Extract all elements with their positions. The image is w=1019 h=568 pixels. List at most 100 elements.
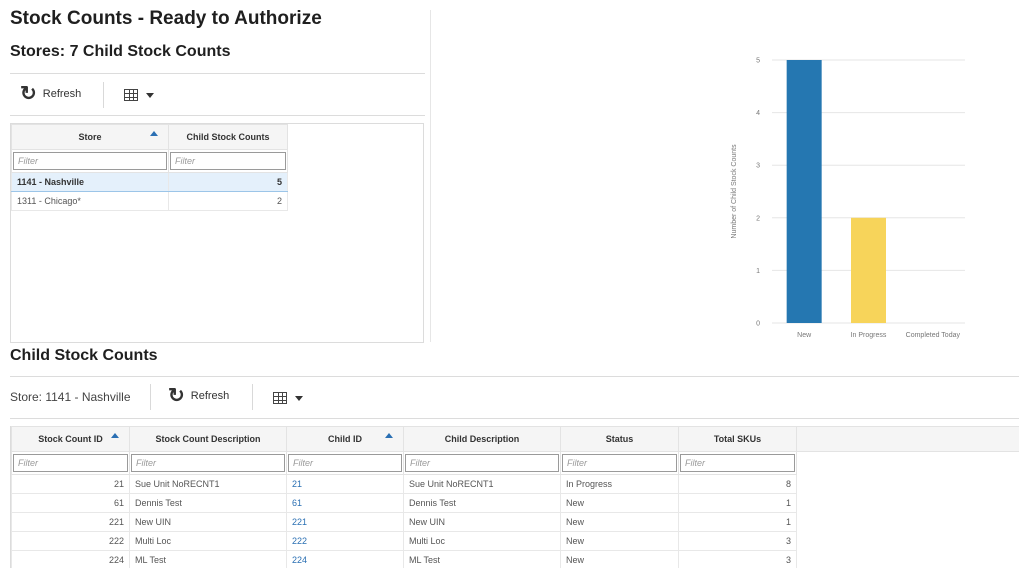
child-description-cell: Dennis Test [403,493,561,513]
refresh-label: Refresh [190,390,230,402]
stock-count-description-cell: New UIN [129,512,287,532]
child-view-menu-button[interactable] [273,392,303,404]
x-tick-label: New [797,332,812,339]
stock-count-description-cell: Sue Unit NoRECNT1 [129,474,287,494]
child-description-cell: New UIN [403,512,561,532]
total-skus-cell: 1 [678,493,797,513]
child-id-link[interactable]: 224 [286,550,404,568]
status-cell: New [560,550,679,568]
child-id-filter[interactable] [288,454,402,472]
row-spacer [797,551,1019,568]
stock-count-id-cell: 21 [11,474,130,494]
stock-count-id-cell: 61 [11,493,130,513]
y-tick-label: 0 [756,321,760,328]
sort-icon[interactable] [385,433,393,438]
y-tick-label: 2 [756,215,760,222]
column-header-child-description[interactable]: Child Description [403,426,561,452]
divider [10,73,425,74]
child-id-link[interactable]: 221 [286,512,404,532]
divider [10,115,425,116]
filter-cell [403,451,561,475]
sort-ascending-icon[interactable] [150,131,158,136]
total-skus-cell: 8 [678,474,797,494]
column-header-status[interactable]: Status [560,426,679,452]
child-id-link[interactable]: 61 [286,493,404,513]
divider [10,376,1019,377]
selected-store-label: Store: 1141 - Nashville [10,390,131,404]
column-header-total-skus[interactable]: Total SKUs [678,426,797,452]
stock-count-id-cell: 221 [11,512,130,532]
stock-count-id-cell: 224 [11,550,130,568]
store-filter-input[interactable] [13,152,167,170]
refresh-icon: ↻ [20,83,37,105]
table-row[interactable]: 1311 - Chicago* 2 [11,191,288,211]
status-cell: New [560,531,679,551]
table-row[interactable]: 224 ML Test 224 ML Test New 3 [11,550,1019,568]
child-id-link[interactable]: 21 [286,474,404,494]
count-cell: 2 [168,191,288,211]
total-skus-cell: 1 [678,512,797,532]
column-header-child-stock-counts[interactable]: Child Stock Counts [168,124,288,150]
chevron-down-icon [295,395,303,401]
stock-count-description-cell: ML Test [129,550,287,568]
column-header-stock-count-id[interactable]: Stock Count ID [11,426,130,452]
sort-ascending-icon[interactable] [111,433,119,438]
stores-table-container: Store Child Stock Counts 1141 - Nashvill… [10,123,424,343]
table-row[interactable]: 1141 - Nashville 5 [11,172,288,192]
panel-divider [430,10,431,342]
child-table-container: Stock Count ID Stock Count Description C… [10,426,1019,568]
y-axis-label: Number of Child Stock Counts [731,144,738,239]
column-header-stock-count-description[interactable]: Stock Count Description [129,426,287,452]
stock-count-description-cell: Dennis Test [129,493,287,513]
column-header-child-id[interactable]: Child ID [286,426,404,452]
status-cell: New [560,493,679,513]
stock-count-description-filter[interactable] [131,454,285,472]
store-cell: 1311 - Chicago* [11,191,169,211]
table-view-icon [273,392,287,404]
table-row[interactable]: 61 Dennis Test 61 Dennis Test New 1 [11,493,1019,513]
bar-in-progress [851,217,886,323]
stock-count-id-filter[interactable] [13,454,128,472]
filter-cell [129,451,287,475]
filter-cell [678,451,797,475]
column-header-spacer [796,426,1019,452]
stores-subtitle: Stores: 7 Child Stock Counts [10,43,231,60]
row-spacer [797,532,1019,551]
child-id-link[interactable]: 222 [286,531,404,551]
y-tick-label: 3 [756,163,760,170]
total-skus-cell: 3 [678,531,797,551]
divider [10,418,1019,419]
status-cell: New [560,512,679,532]
filter-cell [168,149,288,173]
child-section-title: Child Stock Counts [10,347,158,364]
child-stock-counts-table: Stock Count ID Stock Count Description C… [11,426,1019,568]
table-row[interactable]: 222 Multi Loc 222 Multi Loc New 3 [11,531,1019,551]
table-view-icon [124,89,138,101]
refresh-label: Refresh [42,88,82,100]
filter-cell [560,451,679,475]
total-skus-filter[interactable] [680,454,795,472]
row-spacer [797,513,1019,532]
stores-table: Store Child Stock Counts 1141 - Nashvill… [11,124,288,211]
store-cell: 1141 - Nashville [11,172,169,192]
row-spacer [797,494,1019,513]
total-skus-cell: 3 [678,550,797,568]
stock-count-description-cell: Multi Loc [129,531,287,551]
toolbar-separator [103,82,104,108]
child-refresh-button[interactable]: ↻ Refresh [168,386,230,406]
page-title: Stock Counts - Ready to Authorize [10,8,322,29]
child-description-filter[interactable] [405,454,559,472]
bar-new [786,60,822,323]
y-tick-label: 4 [756,110,760,117]
table-row[interactable]: 221 New UIN 221 New UIN New 1 [11,512,1019,532]
column-header-store[interactable]: Store [11,124,169,150]
child-count-filter-input[interactable] [170,152,286,170]
table-row[interactable]: 21 Sue Unit NoRECNT1 21 Sue Unit NoRECNT1 In… [11,474,1019,494]
status-filter[interactable] [562,454,677,472]
x-tick-label: Completed Today [906,332,961,339]
stores-refresh-button[interactable]: ↻ Refresh [20,83,82,105]
count-cell: 5 [168,172,288,192]
stores-view-menu-button[interactable] [124,89,154,101]
y-tick-label: 5 [756,58,760,65]
toolbar-separator [150,384,151,410]
